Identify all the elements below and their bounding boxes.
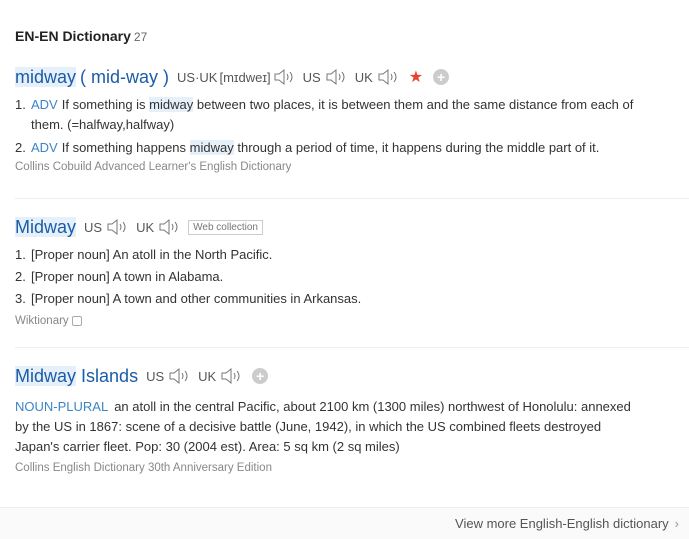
- definition-continuation: them. (=halfway,halfway): [31, 117, 175, 132]
- star-icon[interactable]: ★: [409, 67, 423, 87]
- def-num: 1.: [15, 97, 26, 112]
- view-more-text: View more English-English dictionary: [455, 516, 669, 531]
- def-highlight: midway: [189, 140, 234, 155]
- pron-text: [mɪdweɪ]: [219, 69, 271, 85]
- def-text: If something happens: [61, 140, 190, 155]
- entry-headline: Midway US UK Web collection: [15, 215, 689, 239]
- speaker-icon[interactable]: [168, 367, 190, 385]
- def-pos[interactable]: NOUN-PLURAL: [15, 399, 108, 414]
- uk-label: UK: [354, 69, 373, 85]
- definition-line: by the US in 1867: scene of a decisive b…: [15, 419, 602, 434]
- def-num: 2.: [15, 140, 26, 155]
- footer: View more English-English dictionary ›: [0, 507, 689, 539]
- section-title-text: EN-EN Dictionary: [15, 28, 131, 44]
- pron-us: US: [146, 367, 190, 385]
- entry-midway-proper: Midway US UK Web collection 1. [Proper no…: [15, 215, 689, 327]
- speaker-icon[interactable]: [106, 218, 128, 236]
- speaker-icon[interactable]: [325, 68, 347, 86]
- entry-midway: midway ( mid-way ) US·UK [mɪdweɪ] US UK …: [15, 65, 689, 173]
- view-more-link[interactable]: View more English-English dictionary ›: [455, 516, 679, 531]
- def-highlight: midway: [149, 97, 194, 112]
- external-link-icon[interactable]: [71, 315, 82, 326]
- headword[interactable]: midway: [15, 66, 77, 88]
- definition-item: 1. [Proper noun] An atoll in the North Pa…: [15, 244, 689, 266]
- definitions: 1. ADV If something is midway between two …: [15, 95, 689, 158]
- headword[interactable]: Midway: [15, 216, 77, 238]
- def-num: 1.: [15, 247, 26, 262]
- definition-item: 2. ADV If something happens midway through…: [15, 138, 689, 158]
- uk-label: UK: [198, 368, 217, 384]
- web-collection-tag[interactable]: Web collection: [188, 219, 263, 235]
- definition-item: 2. [Proper noun] A town in Alabama.: [15, 266, 689, 288]
- result-count: 27: [133, 30, 148, 44]
- source-label: Wiktionary: [15, 315, 689, 327]
- definition-line: Japan's carrier fleet. Pop: 30 (2004 est…: [15, 439, 400, 454]
- source-label: Collins Cobuild Advanced Learner's Engli…: [15, 161, 292, 173]
- def-num: 3.: [15, 291, 26, 306]
- def-text: an atoll in the central Pacific, about 2…: [114, 399, 631, 414]
- speaker-icon[interactable]: [377, 68, 399, 86]
- def-text: [Proper noun] A town and other communiti…: [31, 291, 362, 306]
- entry-midway-islands: Midway Islands US UK + NOUN-PLURAL an ato…: [15, 364, 689, 474]
- pron-uk: UK: [136, 218, 180, 236]
- pron-uk: UK: [355, 68, 399, 86]
- add-icon[interactable]: +: [252, 368, 269, 384]
- pron-label: US·UK: [177, 69, 218, 85]
- entry-headline: Midway Islands US UK +: [15, 364, 689, 388]
- speaker-icon[interactable]: [273, 68, 295, 86]
- def-text: [Proper noun] A town in Alabama.: [31, 269, 224, 284]
- def-pos[interactable]: ADV: [31, 140, 58, 155]
- pronunciation: US·UK [mɪdweɪ]: [177, 68, 295, 86]
- def-pos[interactable]: ADV: [31, 97, 58, 112]
- us-label: US: [84, 219, 103, 235]
- headword[interactable]: Midway Islands: [15, 365, 138, 387]
- def-text: through a period of time, it happens dur…: [233, 140, 600, 155]
- add-icon[interactable]: +: [433, 69, 450, 85]
- source-label: Collins English Dictionary 30th Annivers…: [15, 462, 272, 474]
- definitions: NOUN-PLURAL an atoll in the central Pacif…: [15, 397, 689, 457]
- headword-variant: ( mid-way ): [80, 66, 170, 87]
- us-label: US: [146, 368, 165, 384]
- definitions: 1. [Proper noun] An atoll in the North Pa…: [15, 244, 689, 310]
- pron-us: US: [84, 218, 128, 236]
- def-text: between two places, it is between them a…: [193, 97, 634, 112]
- definition-item: 1. ADV If something is midway between two …: [15, 95, 689, 115]
- def-text: If something is: [61, 97, 150, 112]
- def-num: 2.: [15, 269, 26, 284]
- speaker-icon[interactable]: [158, 218, 180, 236]
- pron-uk: UK: [198, 367, 242, 385]
- divider: [15, 347, 689, 348]
- source-text: Wiktionary: [15, 315, 69, 327]
- def-text: [Proper noun] An atoll in the North Paci…: [31, 247, 273, 262]
- definition-line: NOUN-PLURAL an atoll in the central Pacif…: [15, 397, 689, 417]
- speaker-icon[interactable]: [220, 367, 242, 385]
- divider: [15, 198, 689, 199]
- section-title: EN-EN Dictionary 27: [15, 28, 147, 44]
- chevron-right-icon: ›: [674, 516, 679, 531]
- pron-us: US: [303, 68, 347, 86]
- uk-label: UK: [136, 219, 155, 235]
- entry-headline: midway ( mid-way ) US·UK [mɪdweɪ] US UK …: [15, 65, 689, 89]
- us-label: US: [302, 69, 321, 85]
- definition-item: 3. [Proper noun] A town and other communi…: [15, 288, 689, 310]
